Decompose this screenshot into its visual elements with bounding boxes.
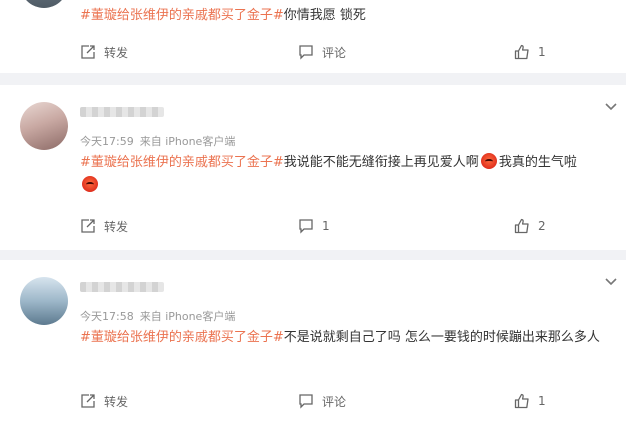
action-bar: 转发 评论 1 bbox=[0, 40, 626, 64]
post-meta: 今天17:58 来自 iPhone客户端 bbox=[80, 308, 241, 324]
comment-body: 我说能不能无缝衔接上再见爱人啊 bbox=[283, 155, 479, 170]
repost-button[interactable]: 转发 bbox=[80, 40, 128, 64]
comment-button[interactable]: 1 bbox=[298, 214, 330, 238]
repost-label: 转发 bbox=[104, 394, 129, 409]
like-button[interactable]: 1 bbox=[514, 389, 546, 413]
feed-item: #董璇给张维伊的亲戚都买了金子#你情我愿 锁死 转发 评论 1 bbox=[0, 0, 626, 73]
comment-body: 不是说就剩自己了吗 怎么一要钱的时候蹦出来那么多人 bbox=[283, 330, 600, 345]
hashtag-link[interactable]: #董璇给张维伊的亲戚都买了金子# bbox=[80, 330, 284, 345]
angry-face-icon bbox=[480, 153, 497, 169]
action-bar: 转发 评论 1 bbox=[0, 389, 626, 413]
comment-icon bbox=[299, 45, 313, 60]
feed-item: 今天17:58 来自 iPhone客户端 #董璇给张维伊的亲戚都买了金子#不是说就… bbox=[0, 260, 626, 430]
comment-icon bbox=[299, 219, 313, 234]
repost-button[interactable]: 转发 bbox=[80, 214, 128, 238]
hashtag-link[interactable]: #董璇给张维伊的亲戚都买了金子# bbox=[80, 155, 284, 170]
username-blurred[interactable] bbox=[80, 282, 164, 292]
comment-label: 评论 bbox=[322, 45, 347, 60]
comment-text: #董璇给张维伊的亲戚都买了金子#不是说就剩自己了吗 怎么一要钱的时候蹦出来那么多… bbox=[80, 326, 608, 349]
avatar[interactable] bbox=[20, 277, 68, 325]
action-bar: 转发 1 2 bbox=[0, 214, 626, 238]
like-count: 2 bbox=[538, 219, 546, 233]
comment-button[interactable]: 评论 bbox=[298, 40, 346, 64]
comment-count: 1 bbox=[322, 219, 330, 233]
avatar[interactable] bbox=[20, 102, 68, 150]
like-button[interactable]: 2 bbox=[514, 214, 546, 238]
avatar[interactable] bbox=[20, 0, 68, 8]
post-time[interactable]: 今天17:59 bbox=[80, 135, 134, 148]
comment-text: #董璇给张维伊的亲戚都买了金子#我说能不能无缝衔接上再见爱人啊 我真的生气啦 bbox=[80, 151, 608, 197]
post-meta: 今天17:59 来自 iPhone客户端 bbox=[80, 133, 241, 149]
like-count: 1 bbox=[538, 45, 546, 59]
repost-label: 转发 bbox=[104, 45, 129, 60]
repost-button[interactable]: 转发 bbox=[80, 389, 128, 413]
comment-text: #董璇给张维伊的亲戚都买了金子#你情我愿 锁死 bbox=[80, 4, 608, 27]
thumbs-up-icon bbox=[514, 44, 529, 60]
post-source: 来自 iPhone客户端 bbox=[139, 135, 236, 148]
repost-icon bbox=[81, 45, 95, 59]
comment-button[interactable]: 评论 bbox=[298, 389, 346, 413]
chevron-down-icon[interactable] bbox=[604, 274, 618, 288]
post-source: 来自 iPhone客户端 bbox=[139, 310, 236, 323]
comment-icon bbox=[299, 394, 313, 409]
hashtag-link[interactable]: #董璇给张维伊的亲戚都买了金子# bbox=[80, 8, 284, 23]
repost-label: 转发 bbox=[104, 219, 129, 234]
comment-label: 评论 bbox=[322, 394, 347, 409]
thumbs-up-icon bbox=[514, 393, 529, 409]
comment-body: 你情我愿 锁死 bbox=[283, 8, 366, 23]
repost-icon bbox=[81, 394, 95, 408]
repost-icon bbox=[81, 219, 95, 233]
post-time[interactable]: 今天17:58 bbox=[80, 310, 134, 323]
comment-body: 我真的生气啦 bbox=[498, 155, 577, 170]
feed-item: 今天17:59 来自 iPhone客户端 #董璇给张维伊的亲戚都买了金子#我说能不… bbox=[0, 85, 626, 250]
like-count: 1 bbox=[538, 394, 546, 408]
username-blurred[interactable] bbox=[80, 107, 164, 117]
like-button[interactable]: 1 bbox=[514, 40, 546, 64]
thumbs-up-icon bbox=[514, 218, 529, 234]
chevron-down-icon[interactable] bbox=[604, 99, 618, 113]
angry-face-icon bbox=[82, 176, 98, 192]
